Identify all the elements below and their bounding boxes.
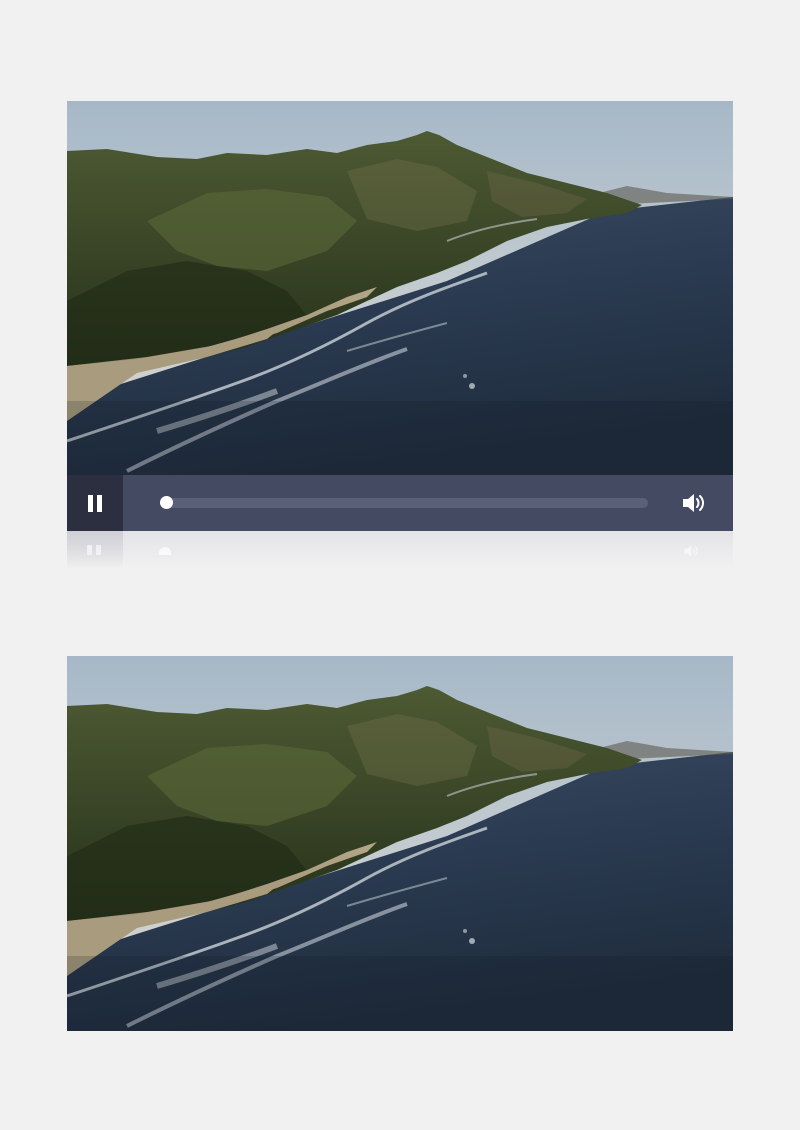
video-frame-coastline-image — [67, 101, 733, 475]
volume-button[interactable] — [675, 489, 715, 517]
progress-thumb[interactable] — [160, 496, 173, 509]
control-bar-reflection — [67, 531, 733, 569]
video-control-bar — [67, 475, 733, 531]
pause-button[interactable] — [67, 475, 123, 531]
speaker-volume-icon — [683, 494, 704, 512]
pause-icon — [88, 494, 102, 512]
progress-bar[interactable] — [160, 496, 648, 509]
video-frame-coastline-image — [67, 656, 733, 1031]
video-frame-bottom[interactable] — [67, 656, 733, 1031]
video-frame-top[interactable] — [67, 101, 733, 475]
